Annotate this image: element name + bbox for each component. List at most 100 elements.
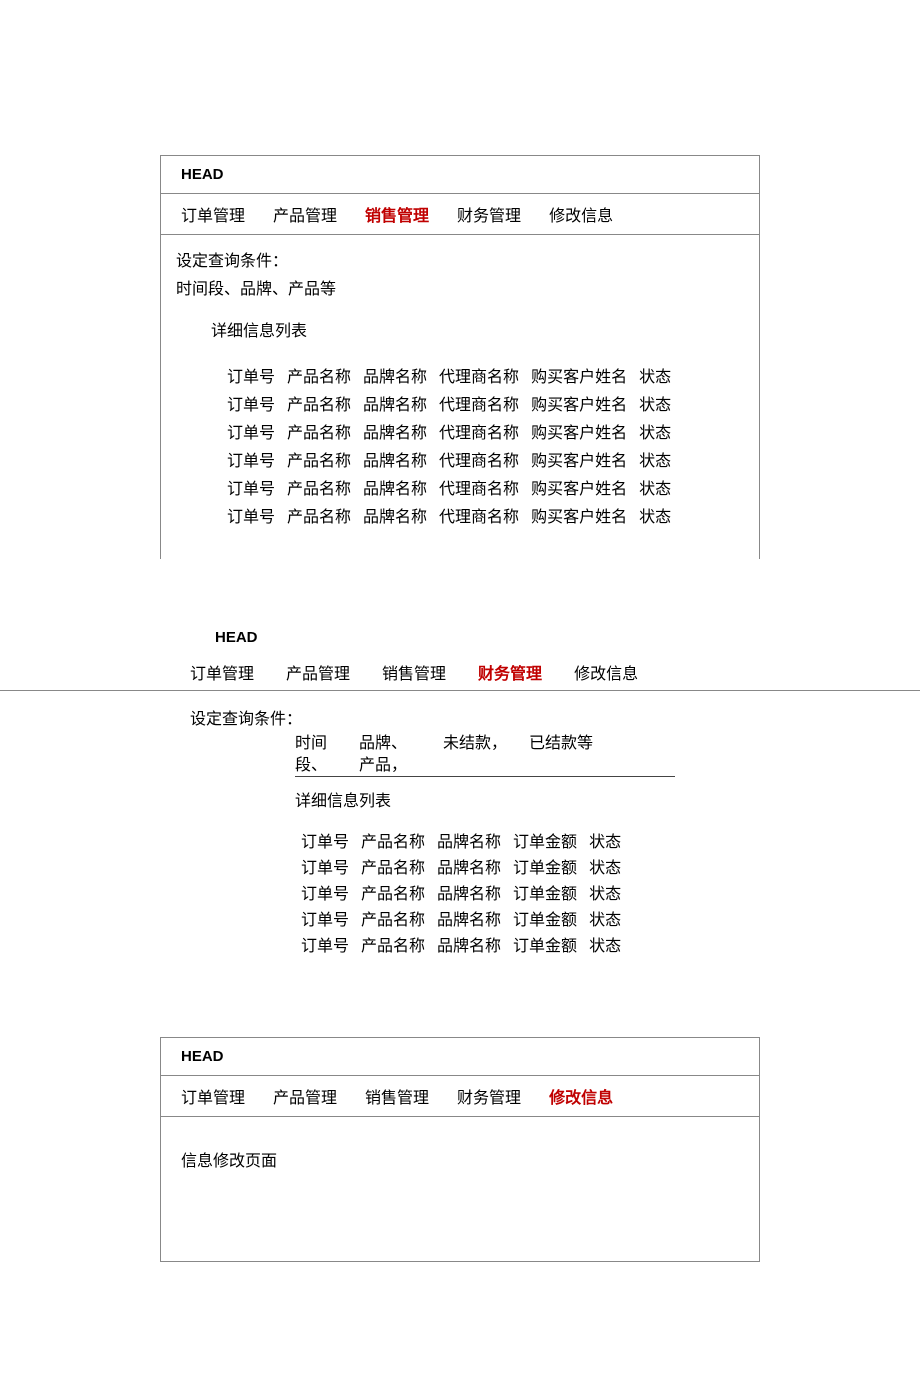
table-cell: 代理商名称	[433, 501, 525, 529]
table-cell: 状态	[583, 905, 627, 931]
nav-finance[interactable]: 财务管理	[457, 1084, 521, 1108]
table-cell: 品牌名称	[357, 473, 433, 501]
table-cell: 产品名称	[355, 879, 431, 905]
nav-orders[interactable]: 订单管理	[181, 1084, 245, 1108]
table-cell: 订单号	[221, 417, 281, 445]
table-cell: 状态	[583, 931, 627, 957]
table-cell: 状态	[633, 445, 677, 473]
query-title: 设定查询条件：	[190, 705, 740, 729]
panel-head: HEAD	[161, 1038, 759, 1076]
table-cell: 代理商名称	[433, 473, 525, 501]
table-cell: 品牌名称	[357, 445, 433, 473]
table-cell: 订单号	[295, 853, 355, 879]
table-row: 订单号产品名称品牌名称订单金额状态	[295, 879, 627, 905]
table-cell: 品牌名称	[431, 931, 507, 957]
table-cell: 产品名称	[355, 827, 431, 853]
nav-sales[interactable]: 销售管理	[365, 1084, 429, 1108]
query-conditions: 时间段、品牌、产品等	[176, 275, 744, 299]
table-cell: 购买客户姓名	[525, 361, 633, 389]
table-cell: 代理商名称	[433, 389, 525, 417]
nav-modify[interactable]: 修改信息	[574, 660, 638, 684]
panel-finance: HEAD 订单管理 产品管理 销售管理 财务管理 修改信息 设定查询条件： 时间…	[160, 619, 760, 987]
nav-sales[interactable]: 销售管理	[365, 202, 429, 226]
table-cell: 品牌名称	[357, 389, 433, 417]
table-cell: 状态	[583, 827, 627, 853]
table-cell: 订单号	[295, 905, 355, 931]
detail-table: 订单号产品名称品牌名称代理商名称购买客户姓名状态订单号产品名称品牌名称代理商名称…	[221, 361, 677, 529]
table-row: 订单号产品名称品牌名称订单金额状态	[295, 853, 627, 879]
panel-body: 设定查询条件： 时间段、品牌、产品等 详细信息列表 订单号产品名称品牌名称代理商…	[161, 235, 759, 559]
nav-sales[interactable]: 销售管理	[382, 660, 446, 684]
table-cell: 订单金额	[507, 853, 583, 879]
query-conditions: 时间段、 品牌、产品， 未结款， 已结款等	[295, 733, 675, 777]
table-row: 订单号产品名称品牌名称代理商名称购买客户姓名状态	[221, 473, 677, 501]
table-row: 订单号产品名称品牌名称订单金额状态	[295, 827, 627, 853]
table-cell: 订单号	[221, 501, 281, 529]
nav-finance[interactable]: 财务管理	[478, 660, 542, 684]
table-cell: 品牌名称	[357, 501, 433, 529]
panel-modify: HEAD 订单管理 产品管理 销售管理 财务管理 修改信息 信息修改页面	[160, 1037, 760, 1262]
panel-sales: HEAD 订单管理 产品管理 销售管理 财务管理 修改信息 设定查询条件： 时间…	[160, 155, 760, 559]
nav-bar: 订单管理 产品管理 销售管理 财务管理 修改信息	[160, 656, 760, 690]
table-cell: 品牌名称	[431, 905, 507, 931]
query-title: 设定查询条件：	[176, 247, 744, 271]
table-cell: 订单号	[295, 879, 355, 905]
table-cell: 状态	[633, 361, 677, 389]
table-cell: 产品名称	[355, 905, 431, 931]
table-cell: 状态	[633, 473, 677, 501]
table-cell: 品牌名称	[431, 879, 507, 905]
table-cell: 状态	[583, 879, 627, 905]
table-cell: 产品名称	[281, 417, 357, 445]
table-cell: 订单金额	[507, 827, 583, 853]
table-row: 订单号产品名称品牌名称订单金额状态	[295, 905, 627, 931]
table-cell: 品牌名称	[357, 417, 433, 445]
cond-brand-product: 品牌、产品，	[359, 733, 421, 776]
panel-head: HEAD	[161, 156, 759, 194]
table-cell: 购买客户姓名	[525, 417, 633, 445]
table-cell: 产品名称	[355, 853, 431, 879]
table-cell: 品牌名称	[431, 827, 507, 853]
nav-modify[interactable]: 修改信息	[549, 202, 613, 226]
table-row: 订单号产品名称品牌名称代理商名称购买客户姓名状态	[221, 361, 677, 389]
nav-orders[interactable]: 订单管理	[181, 202, 245, 226]
table-cell: 订单号	[295, 827, 355, 853]
nav-modify[interactable]: 修改信息	[549, 1084, 613, 1108]
table-cell: 产品名称	[281, 445, 357, 473]
table-row: 订单号产品名称品牌名称代理商名称购买客户姓名状态	[221, 389, 677, 417]
nav-finance[interactable]: 财务管理	[457, 202, 521, 226]
table-cell: 状态	[633, 389, 677, 417]
table-cell: 订单号	[295, 931, 355, 957]
panel-body: 设定查询条件： 时间段、 品牌、产品， 未结款， 已结款等 详细信息列表 订单号…	[160, 691, 760, 987]
nav-products[interactable]: 产品管理	[286, 660, 350, 684]
nav-products[interactable]: 产品管理	[273, 1084, 337, 1108]
panel-head: HEAD	[160, 619, 760, 656]
modify-page-text: 信息修改页面	[181, 1153, 277, 1170]
table-cell: 订单金额	[507, 905, 583, 931]
detail-list-title: 详细信息列表	[295, 787, 740, 811]
table-cell: 订单号	[221, 361, 281, 389]
table-cell: 代理商名称	[433, 361, 525, 389]
table-cell: 产品名称	[281, 473, 357, 501]
table-cell: 产品名称	[355, 931, 431, 957]
cond-paid: 已结款等	[529, 733, 593, 776]
table-cell: 产品名称	[281, 389, 357, 417]
table-cell: 订单金额	[507, 879, 583, 905]
cond-time: 时间段、	[295, 733, 337, 776]
table-cell: 购买客户姓名	[525, 501, 633, 529]
nav-bar: 订单管理 产品管理 销售管理 财务管理 修改信息	[161, 1076, 759, 1117]
table-row: 订单号产品名称品牌名称订单金额状态	[295, 931, 627, 957]
table-row: 订单号产品名称品牌名称代理商名称购买客户姓名状态	[221, 417, 677, 445]
nav-products[interactable]: 产品管理	[273, 202, 337, 226]
panel-body: 信息修改页面	[161, 1117, 759, 1261]
cond-unpaid: 未结款，	[443, 733, 507, 776]
table-cell: 状态	[583, 853, 627, 879]
nav-bar: 订单管理 产品管理 销售管理 财务管理 修改信息	[161, 194, 759, 235]
nav-orders[interactable]: 订单管理	[190, 660, 254, 684]
table-cell: 状态	[633, 501, 677, 529]
table-cell: 产品名称	[281, 501, 357, 529]
table-cell: 状态	[633, 417, 677, 445]
table-cell: 品牌名称	[431, 853, 507, 879]
table-cell: 订单号	[221, 445, 281, 473]
table-cell: 产品名称	[281, 361, 357, 389]
table-row: 订单号产品名称品牌名称代理商名称购买客户姓名状态	[221, 501, 677, 529]
